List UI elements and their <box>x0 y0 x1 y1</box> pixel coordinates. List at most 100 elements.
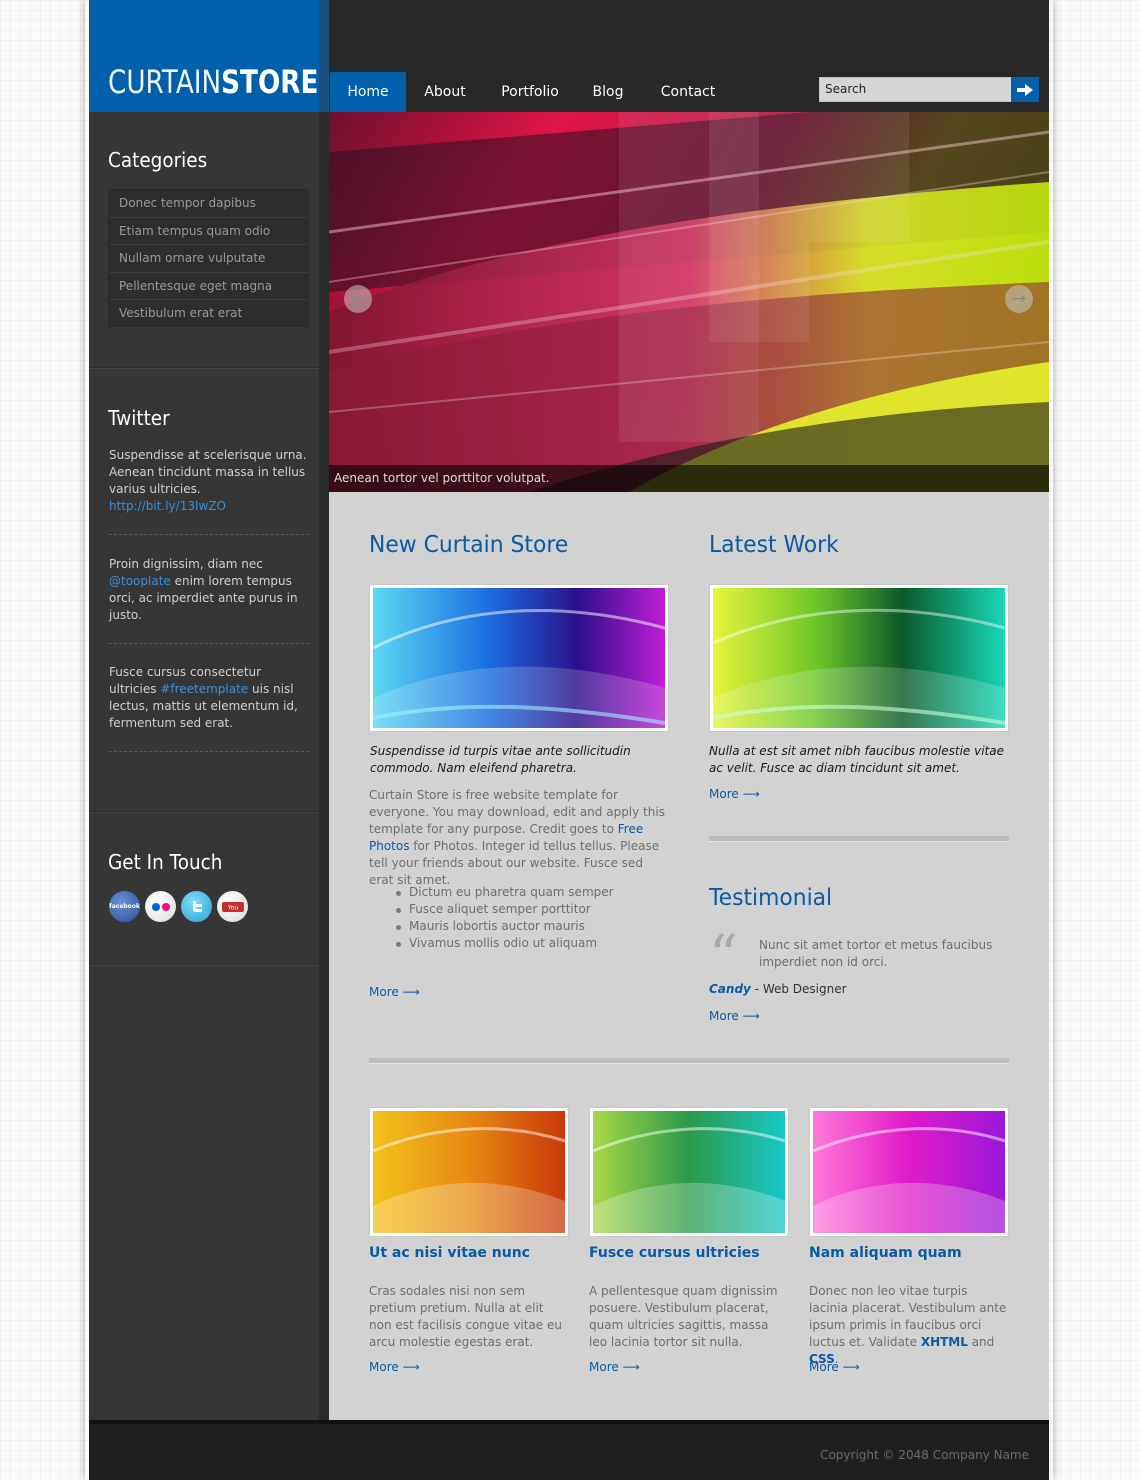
more-label: More <box>589 1360 619 1374</box>
category-item[interactable]: Nullam ornare vulputate <box>109 245 308 273</box>
category-item[interactable]: Donec tempor dapibus <box>109 190 308 218</box>
quote-icon: “ <box>709 924 738 989</box>
tweet-divider <box>109 751 309 752</box>
section-divider <box>369 1058 1009 1064</box>
site-logo[interactable]: CURTAINSTORE <box>108 60 318 104</box>
section-divider <box>709 836 1009 842</box>
latest-work-more-link[interactable]: More ⟶ <box>709 787 760 801</box>
xhtml-link[interactable]: XHTML <box>921 1335 968 1349</box>
tweet-text: Suspendisse at scelerisque urna. Aenean … <box>109 448 307 496</box>
tweet-text: Proin dignissim, diam nec <box>109 557 263 571</box>
sidebar-edge <box>319 0 329 1420</box>
arrow-right-icon: ⟶ <box>622 1360 640 1374</box>
tweet-divider <box>109 534 309 535</box>
tweet-link[interactable]: @tooplate <box>109 574 171 588</box>
bullet-item: Mauris lobortis auctor mauris <box>396 918 614 935</box>
latest-work-image[interactable] <box>709 584 1009 732</box>
card-title[interactable]: Fusce cursus ultricies <box>589 1245 760 1261</box>
slider-prev-button[interactable]: ← <box>344 285 372 313</box>
testimonial-quote: Nunc sit amet tortor et metus faucibus i… <box>759 938 993 969</box>
card-image[interactable] <box>369 1107 569 1237</box>
footer: Copyright © 2048 Company Name <box>89 1420 1049 1480</box>
bullet-item: Vivamus mollis odio ut aliquam <box>396 935 614 952</box>
more-label: More <box>809 1360 839 1374</box>
nav-home[interactable]: Home <box>330 72 406 112</box>
categories-list: Donec tempor dapibus Etiam tempus quam o… <box>108 189 309 327</box>
more-label: More <box>709 787 739 801</box>
facebook-icon[interactable]: facebook <box>109 891 140 922</box>
hero-image <box>329 112 1049 492</box>
latest-work-title: Latest Work <box>709 532 839 558</box>
logo-part1: CURTAIN <box>108 63 222 101</box>
testimonial-name: Candy <box>709 982 751 996</box>
tweet: Fusce cursus consectetur ultricies #free… <box>109 664 307 732</box>
more-label: More <box>709 1009 739 1023</box>
testimonial-author: Candy - Web Designer <box>709 981 847 998</box>
curtain-teal-image <box>593 1111 785 1233</box>
card-more-link[interactable]: More ⟶ <box>809 1360 860 1374</box>
slider-next-button[interactable]: → <box>1005 285 1033 313</box>
testimonial-more-link[interactable]: More ⟶ <box>709 1009 760 1023</box>
flickr-icon[interactable] <box>145 891 176 922</box>
tweet-link[interactable]: http://bit.ly/13IwZO <box>109 499 226 513</box>
arrow-right-icon: ⟶ <box>402 985 420 999</box>
curtain-blue-image <box>373 588 665 728</box>
tweet: Suspendisse at scelerisque urna. Aenean … <box>109 447 307 515</box>
curtain-pink-image <box>813 1111 1005 1233</box>
card-text: A pellentesque quam dignissim posuere. V… <box>589 1284 778 1349</box>
card-text: Donec non leo vitae turpis lacinia place… <box>809 1283 1009 1368</box>
tweet: Proin dignissim, diam nec @tooplate enim… <box>109 556 307 624</box>
category-item[interactable]: Vestibulum erat erat <box>109 300 308 328</box>
testimonial-title: Testimonial <box>709 885 833 911</box>
card-image[interactable] <box>809 1107 1009 1237</box>
nav-about[interactable]: About <box>413 72 477 112</box>
sidebar-divider <box>89 811 319 813</box>
card-title[interactable]: Ut ac nisi vitae nunc <box>369 1245 530 1261</box>
bullet-item: Dictum eu pharetra quam semper <box>396 884 614 901</box>
card-more-link[interactable]: More ⟶ <box>589 1360 640 1374</box>
tweet-link[interactable]: #freetemplate <box>160 682 248 696</box>
logo-part2: STORE <box>221 63 319 101</box>
arrow-right-icon: ⟶ <box>402 1360 420 1374</box>
new-store-body-text: for Photos. Integer id tellus tellus. Pl… <box>369 839 660 887</box>
bullet-item: Fusce aliquet semper porttitor <box>396 901 614 918</box>
new-store-bullet-list: Dictum eu pharetra quam semper Fusce ali… <box>396 884 614 952</box>
tweet-divider <box>109 643 309 644</box>
card-text: Cras sodales nisi non sem pretium pretiu… <box>369 1284 562 1349</box>
new-store-body: Curtain Store is free website template f… <box>369 787 667 889</box>
card-text-part: and <box>967 1335 995 1349</box>
categories-title: Categories <box>108 148 208 172</box>
nav-contact[interactable]: Contact <box>652 72 724 112</box>
new-store-title: New Curtain Store <box>369 532 569 558</box>
logo-edge <box>319 0 329 112</box>
svg-text:You: You <box>226 904 238 911</box>
more-label: More <box>369 1360 399 1374</box>
new-store-image[interactable] <box>369 584 669 732</box>
copyright-text: Copyright © 2048 Company Name <box>820 1448 1029 1462</box>
sidebar-divider <box>89 964 319 966</box>
hero-slider[interactable]: ← → Aenean tortor vel porttitor volutpat… <box>329 112 1049 492</box>
category-item[interactable]: Pellentesque eget magna <box>109 273 308 301</box>
twitter-icon[interactable] <box>181 891 212 922</box>
search-button[interactable] <box>1011 77 1039 102</box>
latest-work-lead: Nulla at est sit amet nibh faucibus mole… <box>709 744 1004 775</box>
arrow-right-icon: ⟶ <box>842 1360 860 1374</box>
search-input[interactable]: Search <box>819 77 1012 102</box>
card-more-link[interactable]: More ⟶ <box>369 1360 420 1374</box>
new-store-lead: Suspendisse id turpis vitae ante sollici… <box>370 744 631 775</box>
testimonial-role: - Web Designer <box>750 982 847 996</box>
card-title[interactable]: Nam aliquam quam <box>809 1245 962 1261</box>
curtain-orange-image <box>373 1111 565 1233</box>
more-label: More <box>369 985 399 999</box>
nav-blog[interactable]: Blog <box>584 72 632 112</box>
card-image[interactable] <box>589 1107 789 1237</box>
arrow-right-icon: ⟶ <box>742 1009 760 1023</box>
sidebar-divider <box>89 367 319 369</box>
curtain-green-image <box>713 588 1005 728</box>
new-store-more-link[interactable]: More ⟶ <box>369 985 420 999</box>
nav-portfolio[interactable]: Portfolio <box>494 72 566 112</box>
slider-caption: Aenean tortor vel porttitor volutpat. <box>329 465 1049 492</box>
category-item[interactable]: Etiam tempus quam odio <box>109 218 308 246</box>
youtube-icon[interactable]: You <box>217 891 248 922</box>
twitter-title: Twitter <box>108 406 170 430</box>
